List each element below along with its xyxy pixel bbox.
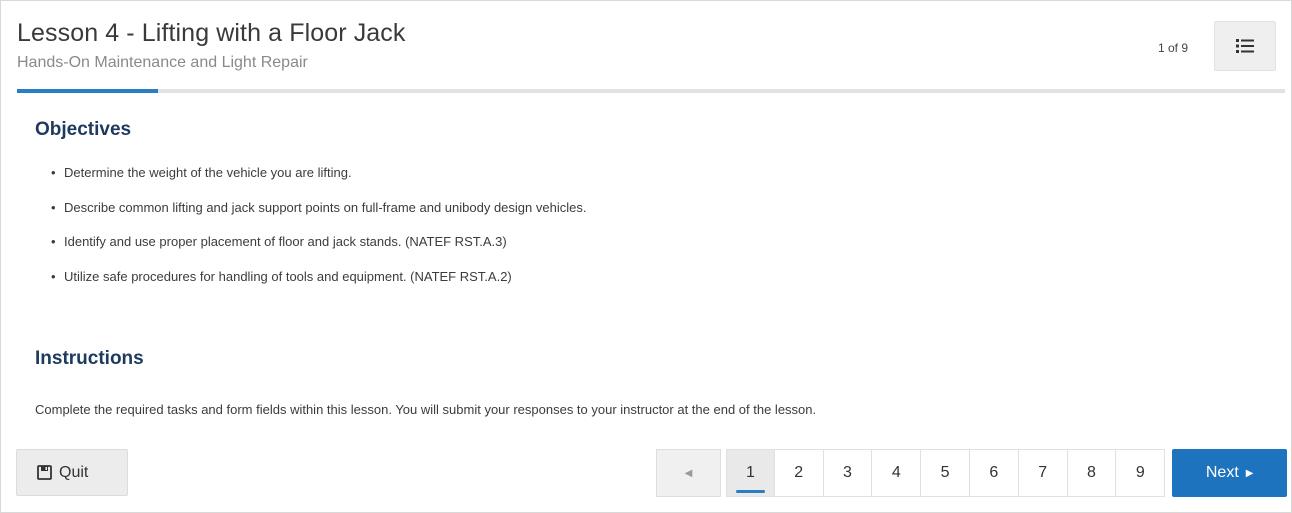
objectives-list: Determine the weight of the vehicle you … xyxy=(51,165,586,304)
page-button-6[interactable]: 6 xyxy=(969,449,1019,497)
page-button-3[interactable]: 3 xyxy=(823,449,873,497)
instructions-text: Complete the required tasks and form fie… xyxy=(35,402,817,417)
lesson-progress-bar xyxy=(17,89,1285,93)
save-icon xyxy=(37,465,52,480)
objectives-heading: Objectives xyxy=(35,119,132,140)
list-icon xyxy=(1236,39,1254,53)
objective-item: Utilize safe procedures for handling of … xyxy=(51,269,586,304)
caret-right-icon: ▶ xyxy=(1245,467,1254,479)
objective-item: Determine the weight of the vehicle you … xyxy=(51,165,586,200)
lesson-header: Lesson 4 - Lifting with a Floor Jack Han… xyxy=(17,19,1283,91)
lesson-frame: Lesson 4 - Lifting with a Floor Jack Han… xyxy=(0,0,1292,513)
page-button-9[interactable]: 9 xyxy=(1116,449,1166,497)
lesson-footer: Quit ◀ 1 2 3 4 5 6 7 8 9 Next ▶ xyxy=(1,449,1292,499)
page-button-4[interactable]: 4 xyxy=(872,449,922,497)
page-navigation: ◀ 1 2 3 4 5 6 7 8 9 Next ▶ xyxy=(656,449,1288,497)
page-button-7[interactable]: 7 xyxy=(1018,449,1068,497)
quit-button[interactable]: Quit xyxy=(16,449,128,496)
previous-page-button[interactable]: ◀ xyxy=(656,449,721,497)
lesson-title: Lesson 4 - Lifting with a Floor Jack xyxy=(17,19,406,47)
course-subtitle: Hands-On Maintenance and Light Repair xyxy=(17,54,308,71)
next-label: Next xyxy=(1205,464,1239,481)
objective-item: Identify and use proper placement of flo… xyxy=(51,234,586,269)
page-button-5[interactable]: 5 xyxy=(921,449,970,497)
instructions-heading: Instructions xyxy=(35,348,144,369)
page-count: 1 of 9 xyxy=(1157,41,1188,55)
page-button-2[interactable]: 2 xyxy=(774,449,824,497)
objective-item: Describe common lifting and jack support… xyxy=(51,200,586,235)
lesson-progress-fill xyxy=(17,89,158,93)
page-button-8[interactable]: 8 xyxy=(1067,449,1117,497)
page-number-list: 1 2 3 4 5 6 7 8 9 xyxy=(726,449,1166,497)
lesson-menu-button[interactable] xyxy=(1214,21,1276,71)
caret-left-icon: ◀ xyxy=(684,467,693,479)
next-button[interactable]: Next ▶ xyxy=(1172,449,1288,497)
quit-label: Quit xyxy=(59,463,89,481)
page-button-1[interactable]: 1 xyxy=(726,449,775,497)
